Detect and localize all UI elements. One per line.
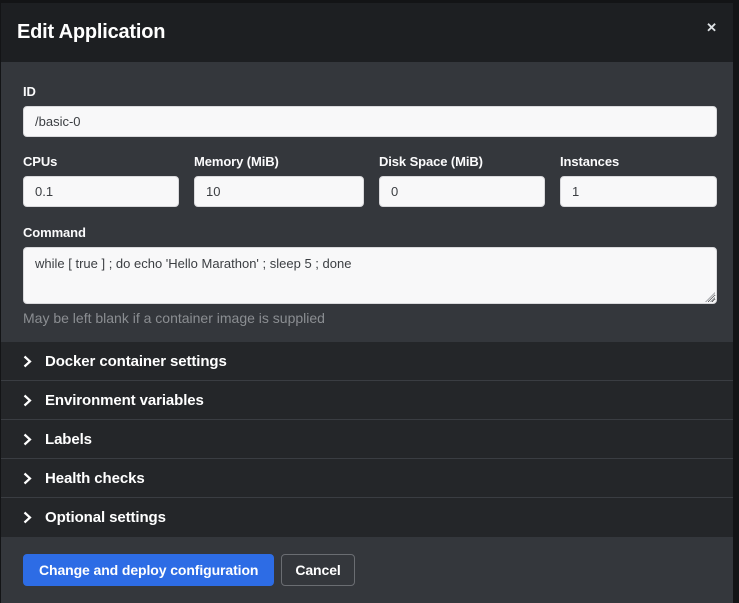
cancel-button[interactable]: Cancel: [281, 554, 354, 586]
modal-title: Edit Application: [17, 21, 165, 44]
instances-input[interactable]: [560, 176, 717, 207]
section-label: Health checks: [45, 470, 145, 487]
instances-label: Instances: [560, 154, 717, 169]
id-input[interactable]: [23, 106, 717, 137]
section-optional-settings[interactable]: Optional settings: [1, 498, 733, 537]
section-label: Environment variables: [45, 392, 204, 409]
section-docker-container-settings[interactable]: Docker container settings: [1, 342, 733, 381]
memory-field-group: Memory (MiB): [194, 154, 364, 207]
id-field-group: ID: [23, 84, 717, 137]
modal-footer: Change and deploy configuration Cancel: [1, 537, 733, 603]
cpus-label: CPUs: [23, 154, 179, 169]
section-label: Docker container settings: [45, 353, 227, 370]
chevron-right-icon: [23, 472, 32, 485]
chevron-right-icon: [23, 355, 32, 368]
disk-space-field-group: Disk Space (MiB): [379, 154, 545, 207]
cpus-input[interactable]: [23, 176, 179, 207]
edit-application-modal: Edit Application ✕ ID CPUs Memory (MiB) …: [1, 3, 733, 598]
section-labels[interactable]: Labels: [1, 420, 733, 459]
memory-label: Memory (MiB): [194, 154, 364, 169]
id-label: ID: [23, 84, 717, 99]
instances-field-group: Instances: [560, 154, 717, 207]
chevron-right-icon: [23, 511, 32, 524]
section-health-checks[interactable]: Health checks: [1, 459, 733, 498]
chevron-right-icon: [23, 394, 32, 407]
section-label: Optional settings: [45, 509, 166, 526]
disk-space-label: Disk Space (MiB): [379, 154, 545, 169]
modal-header: Edit Application ✕: [1, 3, 733, 62]
close-icon[interactable]: ✕: [700, 15, 723, 40]
command-textarea-wrap: while [ true ] ; do echo 'Hello Marathon…: [23, 247, 717, 304]
command-label: Command: [23, 225, 717, 240]
disk-space-input[interactable]: [379, 176, 545, 207]
section-label: Labels: [45, 431, 92, 448]
resource-fields-row: CPUs Memory (MiB) Disk Space (MiB) Insta…: [23, 154, 717, 207]
command-field-group: Command while [ true ] ; do echo 'Hello …: [23, 225, 717, 327]
change-and-deploy-button[interactable]: Change and deploy configuration: [23, 554, 274, 586]
section-environment-variables[interactable]: Environment variables: [1, 381, 733, 420]
application-form: ID CPUs Memory (MiB) Disk Space (MiB) In…: [1, 62, 733, 342]
settings-accordion: Docker container settings Environment va…: [1, 342, 733, 537]
command-help-text: May be left blank if a container image i…: [23, 310, 717, 327]
cpus-field-group: CPUs: [23, 154, 179, 207]
memory-input[interactable]: [194, 176, 364, 207]
command-textarea[interactable]: while [ true ] ; do echo 'Hello Marathon…: [23, 247, 717, 304]
chevron-right-icon: [23, 433, 32, 446]
